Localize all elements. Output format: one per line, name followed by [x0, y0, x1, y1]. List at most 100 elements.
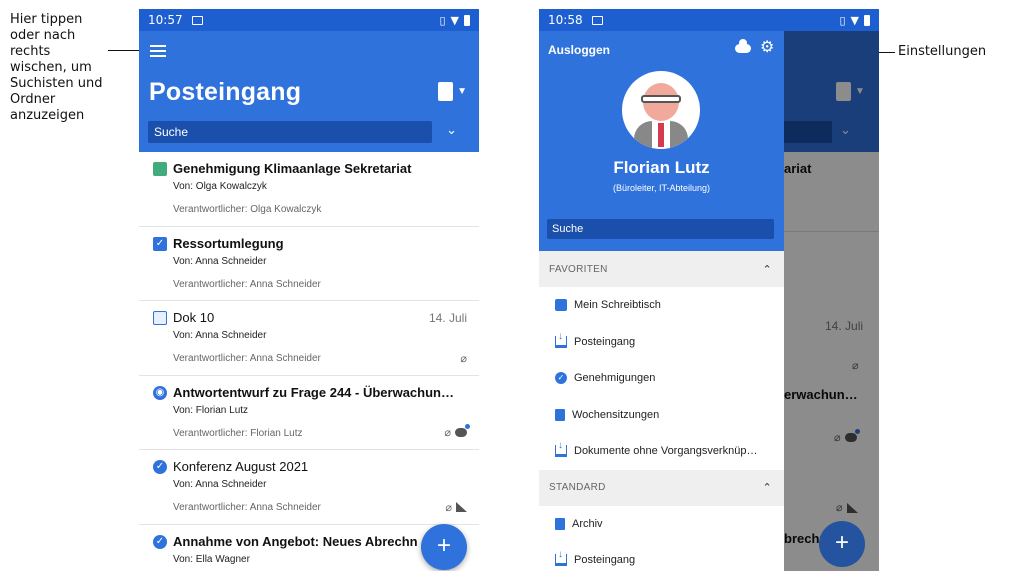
drawer-item[interactable]: ✓ Genehmigungen [539, 360, 784, 397]
documents-menu-icon[interactable]: ▼ [434, 82, 467, 104]
wifi-icon: ▼ [850, 13, 859, 27]
item-from: Von: Olga Kowalczyk [173, 181, 267, 192]
item-from: Von: Florian Lutz [173, 404, 249, 416]
status-bar: 10:58 ▯ ▼ [539, 9, 879, 31]
user-role: (Büroleiter, IT-Abteilung) [612, 183, 711, 193]
item-responsible: Verantwortlicher: Olga Kowalczyk [173, 204, 322, 215]
phone-drawer-screen: 10:58 ▯ ▼ ▼ ⌄ ariat 14. Juli ⌀ erwachun…… [539, 9, 879, 571]
item-responsible: Verantwortlicher: Anna Schneider [173, 278, 321, 290]
document-icon [153, 162, 167, 176]
inbox-icon [555, 331, 567, 348]
add-button[interactable]: + [421, 524, 467, 570]
item-responsible: Verantwortlicher: Florian Lutz [173, 427, 303, 439]
paperclip-icon: ⌀ [445, 501, 452, 514]
list-item[interactable]: ✓ Konferenz August 2021 Von: Anna Schnei… [139, 450, 479, 525]
list-item[interactable]: Dok 10 14. Juli Von: Anna Schneider Vera… [139, 301, 479, 376]
gear-icon[interactable]: ⚙ [760, 40, 774, 56]
callout-right-text: Einstellungen [898, 44, 987, 59]
inbox-list: Genehmigung Klimaanlage Sekretariat Von:… [139, 152, 479, 571]
item-responsible: Verantwortlicher: Anna Schneider [173, 502, 321, 513]
image-notification-icon [191, 15, 203, 25]
callout-left-text: Hier tippen oder nach rechts wischen, um… [10, 12, 103, 123]
flag-icon [456, 502, 467, 512]
user-name: Florian Lutz [613, 158, 710, 177]
page-title: Posteingang [149, 78, 302, 106]
phone-inbox-screen: 10:57 ▯ ▼ Posteingang ▼ Suche ⌄ Genehmig… [139, 9, 479, 571]
paperclip-icon: ⌀ [444, 427, 451, 439]
drawer-item[interactable]: Posteingang [539, 324, 784, 361]
navigation-drawer: Ausloggen ⚙ Florian Lutz (Büroleiter, IT… [539, 31, 784, 571]
item-title: Annahme von Angebot: Neues Abrechn [173, 533, 418, 549]
drawer-item-label: Dokumente ohne Vorgangsverknüp… [574, 445, 758, 458]
vibrate-icon: ▯ [439, 13, 446, 27]
desk-icon [555, 299, 567, 312]
item-date: 14. Juli [428, 311, 467, 325]
battery-icon [864, 14, 870, 26]
item-title: Dok 10 [173, 310, 215, 325]
item-title: Antwortentwurf zu Frage 244 - Überwachun… [173, 384, 454, 400]
logout-button[interactable]: Ausloggen [548, 43, 610, 57]
item-title: Konferenz August 2021 [173, 459, 309, 474]
section-header-favorites[interactable]: FAVORITEN ⌃ [539, 251, 784, 287]
envelope-open-icon [153, 311, 167, 325]
item-title: Genehmigung Klimaanlage Sekretariat [173, 161, 412, 176]
inbox-icon [555, 549, 567, 567]
section-label: STANDARD [549, 482, 606, 493]
item-title: Ressortumlegung [173, 235, 284, 251]
paperclip-icon: ⌀ [460, 352, 467, 365]
drawer-item-label: Genehmigungen [574, 372, 656, 385]
task-check-icon: ✓ [153, 236, 167, 251]
drawer-search-input[interactable]: Suche [547, 219, 774, 239]
item-from: Von: Anna Schneider [173, 255, 267, 267]
section-label: FAVORITEN [549, 263, 608, 275]
drawer-item-label: Posteingang [574, 335, 636, 348]
item-responsible: Verantwortlicher: Anna Schneider [173, 353, 321, 364]
section-header-standard[interactable]: STANDARD ⌃ [539, 469, 784, 506]
background-content: ▼ ⌄ ariat 14. Juli ⌀ erwachun… ⌀ ⌀ brech… [784, 31, 879, 571]
check-circle-icon: ✓ [153, 534, 167, 549]
comment-icon [455, 424, 470, 437]
search-input[interactable]: Suche [148, 121, 432, 143]
status-time: 10:57 [148, 13, 183, 27]
battery-icon [464, 14, 470, 26]
drawer-item[interactable]: Posteingang [539, 542, 784, 571]
drawer-item[interactable]: Dokumente ohne Vorgangsverknüp… [539, 433, 784, 470]
cloud-icon[interactable] [735, 39, 751, 53]
wifi-icon: ▼ [450, 13, 459, 27]
image-notification-icon [591, 15, 603, 25]
archive-icon [555, 517, 565, 530]
inbox-icon [555, 440, 567, 458]
status-indicators: ▯ ▼ [439, 14, 470, 27]
drawer-item-label: Posteingang [574, 554, 636, 567]
item-meta: ⌀ [444, 424, 470, 439]
avatar [622, 71, 700, 149]
drawer-item-label: Mein Schreibtisch [574, 299, 661, 312]
scrim[interactable] [784, 31, 879, 571]
drawer-item[interactable]: Mein Schreibtisch [539, 287, 784, 324]
drawer-item-label: Archiv [572, 517, 603, 530]
drawer-header: Ausloggen ⚙ Florian Lutz (Büroleiter, IT… [539, 31, 784, 251]
item-from: Von: Anna Schneider [173, 479, 267, 490]
status-time: 10:58 [548, 13, 583, 27]
item-meta: ⌀ [460, 352, 467, 365]
check-circle-icon: ✓ [153, 460, 167, 474]
status-indicators: ▯ ▼ [839, 14, 870, 27]
chevron-down-icon[interactable]: ⌄ [446, 122, 457, 138]
drawer-item-label: Wochensitzungen [572, 408, 660, 421]
list-item[interactable]: ◉ Antwortentwurf zu Frage 244 - Überwach… [139, 376, 479, 450]
item-meta: ⌀ [445, 501, 467, 514]
vibrate-icon: ▯ [839, 13, 846, 27]
app-bar: Posteingang ▼ Suche ⌄ [139, 31, 479, 152]
award-icon: ◉ [153, 385, 167, 400]
menu-icon[interactable] [150, 45, 166, 60]
list-item[interactable]: ✓ Ressortumlegung Von: Anna Schneider Ve… [139, 227, 479, 301]
document-icon [555, 408, 565, 421]
check-circle-icon: ✓ [555, 372, 567, 385]
drawer-item[interactable]: Archiv [539, 506, 784, 543]
drawer-item[interactable]: Wochensitzungen [539, 397, 784, 434]
chevron-up-icon: ⌃ [762, 263, 772, 276]
add-button: + [819, 521, 865, 567]
status-bar: 10:57 ▯ ▼ [139, 9, 479, 31]
chevron-up-icon: ⌃ [762, 482, 772, 494]
list-item[interactable]: Genehmigung Klimaanlage Sekretariat Von:… [139, 152, 479, 227]
